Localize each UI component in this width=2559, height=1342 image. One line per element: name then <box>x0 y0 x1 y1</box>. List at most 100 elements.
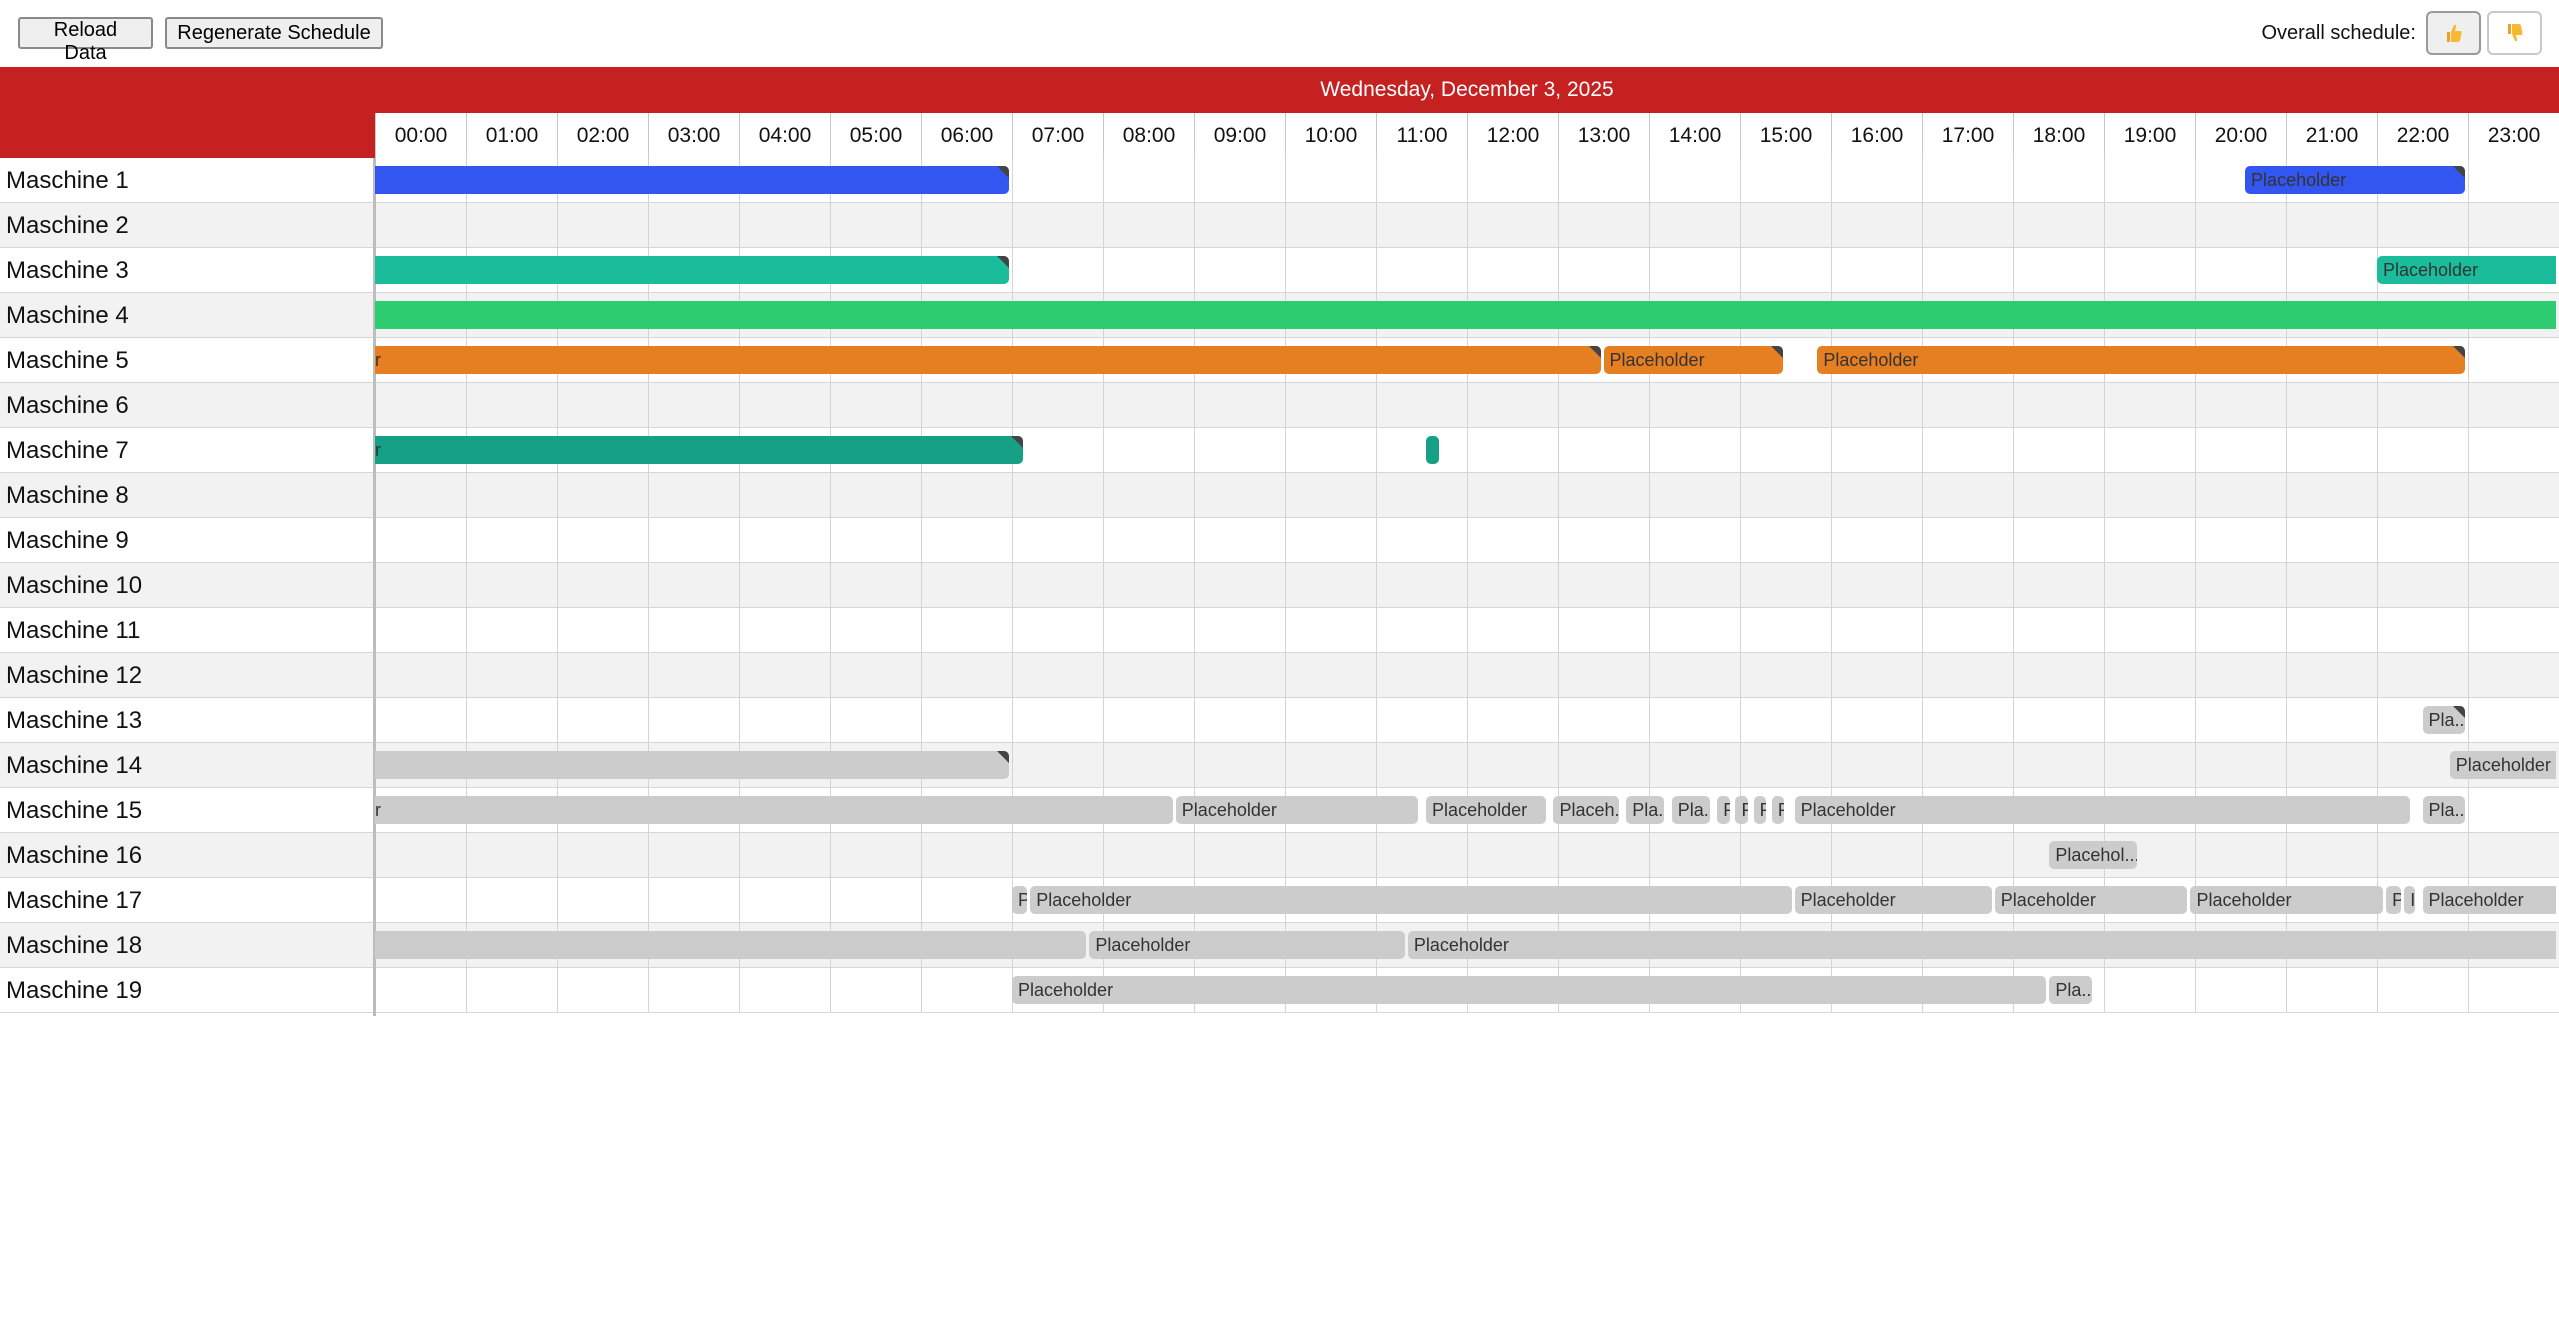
hour-grid-line <box>1922 158 1923 1013</box>
schedule-bar-label: Placeh... <box>1559 799 1618 820</box>
thumbs-up-button[interactable] <box>2426 11 2481 55</box>
schedule-bar-label: Pla... <box>1632 799 1664 820</box>
schedule-bar-label: Placeholder <box>1609 349 1705 370</box>
schedule-bar[interactable] <box>375 166 1009 194</box>
schedule-bar[interactable] <box>375 256 1009 284</box>
schedule-bar[interactable]: Placehol... <box>2049 841 2138 869</box>
machine-row: Maschine 2 <box>0 203 2559 248</box>
hour-grid-line <box>648 158 649 1013</box>
hour-label: 10:00 <box>1285 113 1376 158</box>
machine-row: Maschine 13 <box>0 698 2559 743</box>
machine-label: Maschine 8 <box>6 481 129 509</box>
schedule-bar[interactable]: r <box>375 346 1601 374</box>
machine-label: Maschine 7 <box>6 436 129 464</box>
schedule-bar[interactable]: I <box>2404 886 2415 914</box>
schedule-bar-label: I <box>2410 889 2415 910</box>
schedule-bar[interactable]: P <box>1771 796 1785 824</box>
bar-flag-icon <box>997 166 1009 178</box>
hour-label: 00:00 <box>375 113 466 158</box>
schedule-bar[interactable]: P <box>1012 886 1028 914</box>
schedule-bar[interactable]: Pla... <box>2422 796 2465 824</box>
machine-label: Maschine 18 <box>6 931 143 959</box>
schedule-bar-label: r <box>375 799 381 820</box>
schedule-bar[interactable]: P <box>1735 796 1748 824</box>
machine-label: Maschine 10 <box>6 571 143 599</box>
schedule-bar[interactable]: Placeh... <box>1553 796 1619 824</box>
hour-label: 11:00 <box>1376 113 1467 158</box>
schedule-bar-label: P <box>1777 799 1785 820</box>
schedule-bar[interactable]: Placeholder <box>1817 346 2465 374</box>
header-date: Wednesday, December 3, 2025 <box>375 67 2559 113</box>
hour-grid-line <box>1831 158 1832 1013</box>
reload-data-button[interactable]: Reload Data <box>18 17 153 64</box>
machine-label: Maschine 19 <box>6 976 143 1004</box>
schedule-bar-label: Placeholder <box>1800 799 1896 820</box>
machine-label: Maschine 9 <box>6 526 129 554</box>
schedule-bar-label: Placeholder <box>1095 934 1191 955</box>
schedule-bar[interactable] <box>375 301 2556 329</box>
schedule-bar[interactable]: Pla... <box>1626 796 1665 824</box>
machine-label: Maschine 3 <box>6 256 129 284</box>
schedule-bar[interactable]: Placeholder <box>1175 796 1419 824</box>
schedule-bar[interactable]: Placeholder <box>1030 886 1792 914</box>
hour-label: 18:00 <box>2013 113 2104 158</box>
schedule-bar[interactable]: Placeholder <box>2377 256 2556 284</box>
schedule-bar[interactable] <box>375 931 1087 959</box>
hour-grid-line <box>1376 158 1377 1013</box>
hour-grid-line <box>1012 158 1013 1013</box>
schedule-bar[interactable]: Placeholder <box>1407 931 2556 959</box>
schedule-bar-label: P <box>1741 799 1748 820</box>
schedule-bar[interactable]: r <box>375 796 1173 824</box>
schedule-bar[interactable]: Placeholder <box>1426 796 1546 824</box>
schedule-bar[interactable]: Placeholder <box>2422 886 2556 914</box>
schedule-bar[interactable]: P <box>2386 886 2402 914</box>
bar-flag-icon <box>997 751 1009 763</box>
schedule-bar[interactable]: Placeholder <box>1089 931 1405 959</box>
hour-grid-line <box>1194 158 1195 1013</box>
machine-label: Maschine 15 <box>6 796 143 824</box>
schedule-bar[interactable]: Placeholder <box>2190 886 2384 914</box>
hour-grid-line <box>2104 158 2105 1013</box>
machine-row: Maschine 6 <box>0 383 2559 428</box>
label-separator <box>373 158 376 1016</box>
schedule-bar[interactable]: Placeholder <box>2245 166 2465 194</box>
machine-label: Maschine 6 <box>6 391 129 419</box>
schedule-bar-label: P <box>1759 799 1767 820</box>
schedule-bar[interactable]: Placeholder <box>1603 346 1783 374</box>
schedule-bar[interactable] <box>375 751 1009 779</box>
schedule-bar[interactable]: Pla... <box>2422 706 2465 734</box>
regenerate-schedule-button[interactable]: Regenerate Schedule <box>165 17 383 49</box>
schedule-bar[interactable] <box>1426 436 1439 464</box>
schedule-bar-label: Placeholder <box>1181 799 1277 820</box>
hour-grid-line <box>466 158 467 1013</box>
schedule-bar-label: P <box>2392 889 2402 910</box>
hour-grid-line <box>921 158 922 1013</box>
schedule-bar[interactable]: Pla... <box>2049 976 2092 1004</box>
hour-grid-line <box>2286 158 2287 1013</box>
schedule-bar[interactable]: Placeholder <box>1012 976 2047 1004</box>
schedule-bar[interactable]: Placeholder <box>1794 796 2411 824</box>
machine-label: Maschine 2 <box>6 211 129 239</box>
schedule-bar[interactable]: Pla... <box>1671 796 1710 824</box>
bar-flag-icon <box>2452 346 2465 358</box>
schedule-bar[interactable]: P <box>1753 796 1767 824</box>
schedule-bar[interactable]: Placeholder <box>1994 886 2188 914</box>
schedule-bar[interactable]: r <box>375 436 1023 464</box>
schedule-bar[interactable]: P <box>1717 796 1730 824</box>
hour-label: 15:00 <box>1740 113 1831 158</box>
schedule-bar[interactable]: Placeholder <box>1794 886 1992 914</box>
schedule-bar-label: Placeholder <box>1800 889 1896 910</box>
hour-label: 09:00 <box>1194 113 1285 158</box>
schedule-bar-label: P <box>1723 799 1730 820</box>
hour-label: 21:00 <box>2286 113 2377 158</box>
schedule-bar-label: Placeholder <box>1823 349 1919 370</box>
schedule-bar[interactable]: Placeholder <box>2449 751 2556 779</box>
machine-label: Maschine 11 <box>6 616 141 644</box>
hour-label: 05:00 <box>830 113 921 158</box>
hour-grid-line <box>1649 158 1650 1013</box>
machine-row: Maschine 12 <box>0 653 2559 698</box>
machine-label: Maschine 12 <box>6 661 143 689</box>
machine-label: Maschine 17 <box>6 886 143 914</box>
thumbs-down-button[interactable] <box>2487 11 2542 55</box>
hour-header: 00:00 01:00 02:00 03:00 04:00 05:00 06:00 07:00… <box>375 113 2559 159</box>
